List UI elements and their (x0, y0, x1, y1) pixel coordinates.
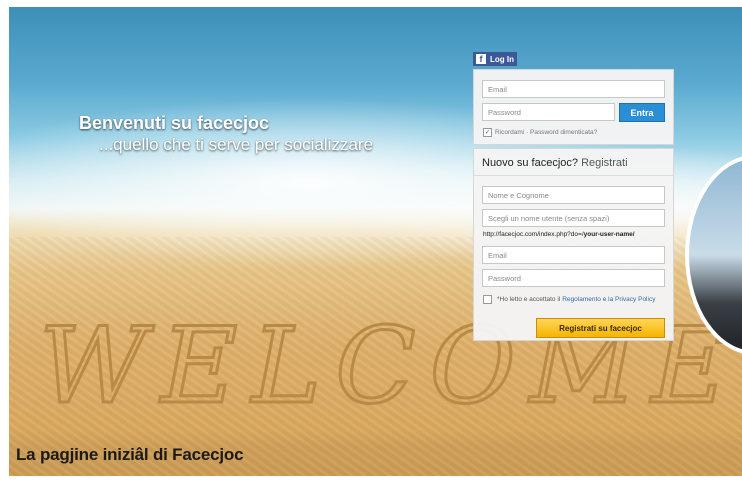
register-username-input[interactable]: Scegli un nome utente (senza spazi) (482, 209, 665, 227)
login-panel: Email Password Entra ✓ Ricordami · Passw… (473, 69, 674, 145)
register-title-text: Nuovo su facecjoc? (482, 157, 578, 169)
register-submit-button[interactable]: Registrati su facecjoc (536, 318, 665, 338)
terms-label: *Ho letto e accettato il (497, 296, 561, 303)
login-email-placeholder: Email (488, 84, 507, 94)
register-password-placeholder: Password (488, 273, 521, 283)
remember-me-row: ✓ Ricordami · Password dimenticata? (483, 128, 597, 137)
hero-tagline: Benvenuti su facecjoc ...quello che ti s… (79, 113, 373, 155)
figure-caption: La pagjine iniziâl di Facecjoc (16, 445, 244, 464)
register-username-placeholder: Scegli un nome utente (senza spazi) (488, 213, 610, 223)
screenshot-frame: WELCOME Benvenuti su facecjoc ...quello … (9, 7, 742, 476)
facebook-login-button[interactable]: f Log In (473, 52, 517, 66)
remember-me-label[interactable]: Ricordami · Password dimenticata? (495, 129, 597, 136)
login-password-placeholder: Password (488, 107, 521, 117)
register-email-input[interactable]: Email (482, 246, 665, 264)
login-email-input[interactable]: Email (482, 80, 665, 98)
register-email-placeholder: Email (488, 250, 507, 260)
profile-url-suffix: your-user-name/ (583, 231, 635, 238)
register-name-input[interactable]: Nome e Cognome (482, 186, 665, 204)
terms-checkbox[interactable] (483, 295, 492, 304)
register-password-input[interactable]: Password (482, 269, 665, 287)
register-divider (474, 175, 673, 176)
profile-url-hint: http://facecjoc.com/index.php?do=/your-u… (483, 231, 635, 238)
terms-row: *Ho letto e accettato il Regolamento e l… (483, 295, 655, 304)
register-title-link[interactable]: Registrati (581, 157, 627, 169)
login-submit-button[interactable]: Entra (619, 103, 665, 122)
register-title: Nuovo su facecjoc? Registrati (482, 157, 628, 169)
profile-url-prefix: http://facecjoc.com/index.php?do=/ (483, 231, 584, 238)
facebook-icon: f (476, 54, 486, 64)
welcome-subtitle: ...quello che ti serve per socializzare (99, 135, 374, 154)
terms-link[interactable]: Regolamento e la Privacy Policy (562, 296, 655, 303)
login-password-input[interactable]: Password (482, 103, 615, 121)
welcome-title: Benvenuti su facecjoc (79, 113, 270, 133)
register-panel: Nuovo su facecjoc? Registrati Nome e Cog… (473, 148, 674, 341)
register-name-placeholder: Nome e Cognome (488, 190, 549, 200)
remember-me-checkbox[interactable]: ✓ (483, 128, 492, 137)
facebook-login-label: Log In (490, 54, 514, 64)
